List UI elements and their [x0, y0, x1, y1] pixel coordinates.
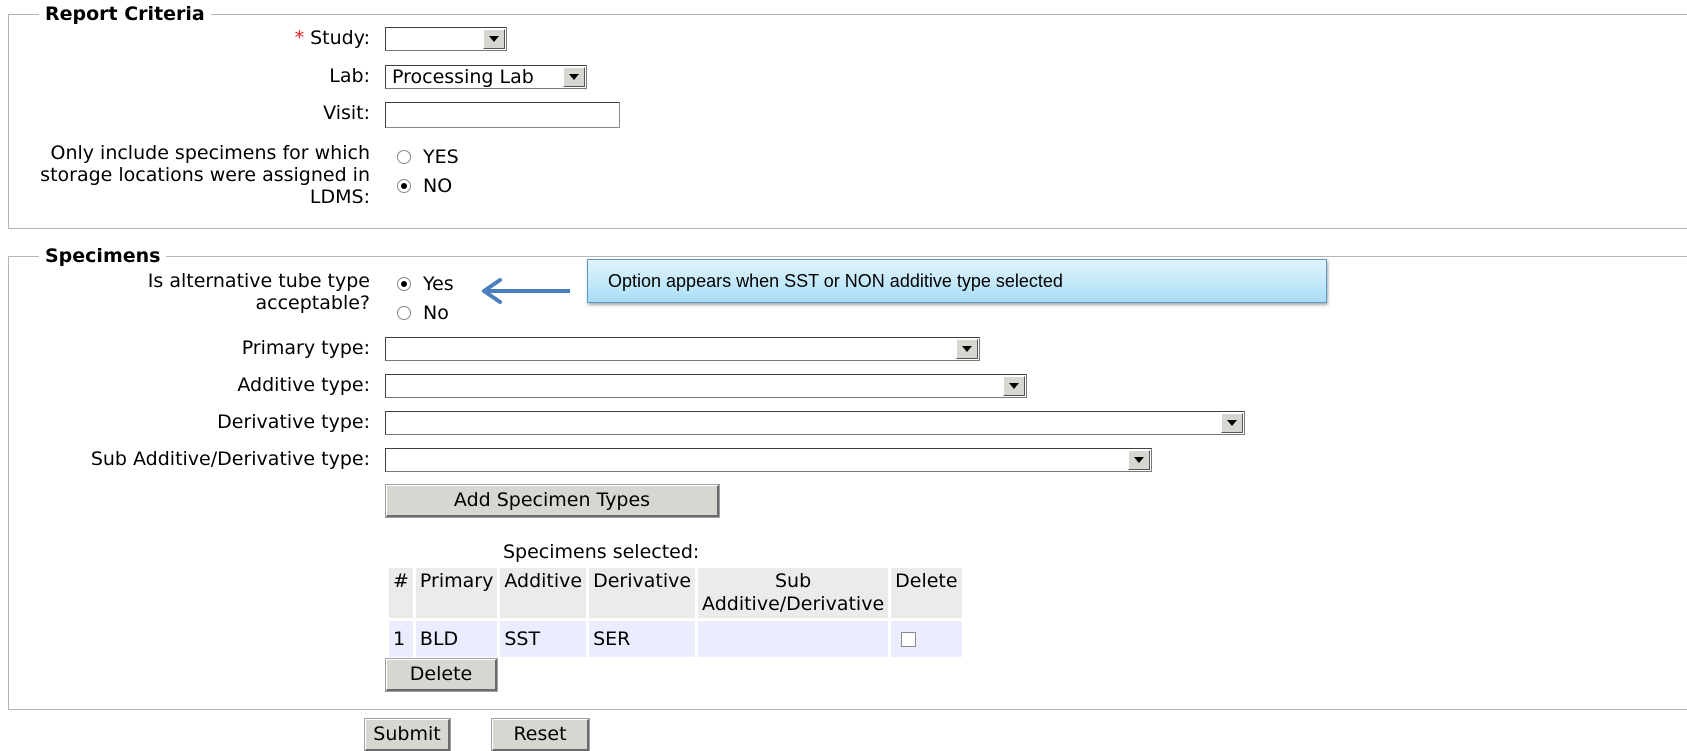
delete-button[interactable]: Delete — [385, 658, 498, 692]
sub-type-select[interactable] — [385, 448, 1152, 472]
storage-no-option[interactable]: NO — [395, 175, 452, 197]
row-derivative: SER — [589, 621, 696, 657]
storage-no-label: NO — [423, 175, 453, 197]
specimens-table: # Primary Additive Derivative Sub Additi… — [386, 565, 965, 660]
table-header-row: # Primary Additive Derivative Sub Additi… — [389, 568, 962, 618]
alt-tube-label: Is alternative tube type acceptable? — [147, 270, 370, 314]
sub-type-label: Sub Additive/Derivative type: — [90, 448, 370, 470]
col-derivative: Derivative — [589, 568, 696, 618]
chevron-down-icon[interactable] — [1003, 376, 1025, 396]
lab-select[interactable]: Processing Lab — [385, 65, 587, 89]
storage-yes-option[interactable]: YES — [395, 146, 459, 168]
alt-no-radio[interactable] — [397, 306, 411, 320]
storage-question-label: Only include specimens for which storage… — [40, 142, 370, 208]
submit-button[interactable]: Submit — [364, 718, 451, 751]
annotation-arrow-icon — [482, 278, 570, 304]
chevron-down-icon[interactable] — [1128, 450, 1150, 470]
lab-select-value: Processing Lab — [392, 66, 534, 88]
annotation-callout: Option appears when SST or NON additive … — [587, 259, 1327, 303]
derivative-type-select[interactable] — [385, 411, 1245, 435]
col-number: # — [389, 568, 413, 618]
primary-type-select[interactable] — [385, 337, 980, 361]
alt-yes-option[interactable]: Yes — [395, 273, 454, 295]
chevron-down-icon[interactable] — [483, 29, 505, 49]
row-additive: SST — [500, 621, 587, 657]
reset-button[interactable]: Reset — [491, 718, 590, 751]
lab-label: Lab: — [329, 65, 370, 87]
specimens-legend: Specimens — [39, 244, 167, 268]
row-sub — [698, 621, 889, 657]
alt-yes-label: Yes — [423, 273, 454, 295]
table-row: 1 BLD SST SER — [389, 621, 962, 657]
alt-no-label: No — [423, 302, 449, 324]
col-sub: Sub Additive/Derivative — [698, 568, 889, 618]
study-select[interactable] — [385, 27, 507, 51]
row-number: 1 — [389, 621, 413, 657]
col-primary: Primary — [415, 568, 498, 618]
col-additive: Additive — [500, 568, 587, 618]
row-primary: BLD — [415, 621, 498, 657]
alt-yes-radio[interactable] — [397, 277, 411, 291]
row-delete-cell — [891, 621, 962, 657]
study-label: * Study: — [294, 27, 370, 49]
alt-no-option[interactable]: No — [395, 302, 449, 324]
report-criteria-legend: Report Criteria — [39, 2, 211, 26]
add-specimen-types-button[interactable]: Add Specimen Types — [385, 484, 720, 518]
specimens-selected-caption: Specimens selected: — [503, 541, 700, 563]
storage-yes-radio[interactable] — [397, 150, 411, 164]
additive-type-label: Additive type: — [237, 374, 370, 396]
chevron-down-icon[interactable] — [1221, 413, 1243, 433]
chevron-down-icon[interactable] — [563, 67, 585, 87]
required-marker: * — [294, 27, 305, 49]
row-delete-checkbox[interactable] — [901, 632, 917, 647]
additive-type-select[interactable] — [385, 374, 1027, 398]
primary-type-label: Primary type: — [241, 337, 370, 359]
visit-label: Visit: — [323, 102, 370, 124]
storage-yes-label: YES — [423, 146, 459, 168]
storage-no-radio[interactable] — [397, 179, 411, 193]
chevron-down-icon[interactable] — [956, 339, 978, 359]
visit-input[interactable] — [385, 102, 620, 128]
derivative-type-label: Derivative type: — [217, 411, 370, 433]
col-delete: Delete — [891, 568, 962, 618]
